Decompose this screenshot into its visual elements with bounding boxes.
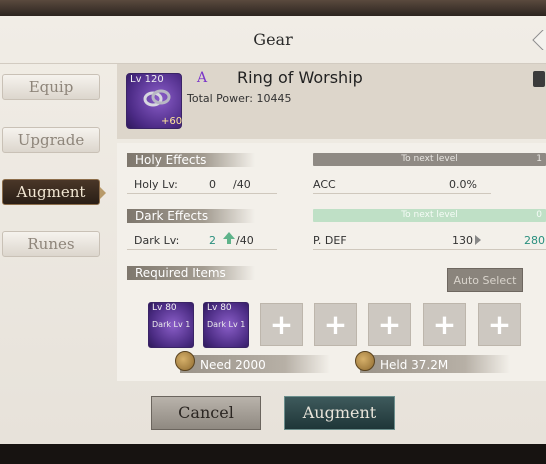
dark-level-value: 2 bbox=[209, 234, 216, 247]
empty-slot-5[interactable]: + bbox=[478, 303, 521, 346]
tab-active-arrow-icon bbox=[100, 187, 106, 199]
material-slot-1[interactable]: Lv 80 Dark Lv 1 bbox=[148, 302, 194, 348]
dark-level-max: /40 bbox=[236, 234, 254, 247]
diamond-icon[interactable] bbox=[532, 30, 546, 50]
empty-slot-3[interactable]: + bbox=[368, 303, 411, 346]
ring-icon bbox=[143, 89, 171, 107]
material-dark-level: Dark Lv 1 bbox=[152, 320, 191, 329]
tab-upgrade[interactable]: Upgrade bbox=[2, 127, 100, 153]
total-power: Total Power: 10445 bbox=[187, 92, 292, 105]
item-plus: +60 bbox=[161, 116, 183, 127]
next-value-arrow-icon bbox=[475, 235, 481, 245]
need-cost: Need 2000 bbox=[200, 358, 266, 372]
dark-divider bbox=[127, 249, 277, 250]
holy-stat-name: ACC bbox=[313, 178, 336, 191]
dark-stat-divider bbox=[313, 249, 546, 250]
tab-augment[interactable]: Augment bbox=[2, 179, 106, 205]
dark-level-label: Dark Lv: bbox=[134, 234, 180, 247]
level-up-arrow-icon bbox=[223, 232, 235, 244]
item-grade: A bbox=[197, 70, 208, 86]
background-top bbox=[0, 0, 546, 16]
holy-bar-text: To next level bbox=[401, 154, 458, 164]
dark-bar-text: To next level bbox=[401, 210, 458, 220]
add-icon: + bbox=[269, 308, 294, 341]
item-level: Lv 120 bbox=[130, 74, 164, 85]
tab-augment-label: Augment bbox=[16, 183, 86, 201]
dark-bar-value: 0 bbox=[536, 210, 542, 220]
background-bottom bbox=[0, 444, 546, 464]
add-icon: + bbox=[487, 308, 512, 341]
empty-slot-4[interactable]: + bbox=[423, 303, 466, 346]
add-icon: + bbox=[323, 308, 348, 341]
coin-icon bbox=[355, 351, 375, 371]
material-level: Lv 80 bbox=[207, 303, 232, 313]
dark-effects-label: Dark Effects bbox=[127, 209, 255, 223]
empty-slot-1[interactable]: + bbox=[260, 303, 303, 346]
cancel-button[interactable]: Cancel bbox=[151, 396, 261, 430]
held-amount: Held 37.2M bbox=[380, 358, 449, 372]
add-icon: + bbox=[377, 308, 402, 341]
holy-progress-bar: To next level 1 bbox=[313, 153, 546, 166]
window-title: Gear bbox=[253, 30, 293, 49]
holy-level-value: 0 bbox=[209, 178, 216, 191]
dark-stat-next: 280 bbox=[524, 234, 545, 247]
empty-slot-2[interactable]: + bbox=[314, 303, 357, 346]
required-items-label: Required Items bbox=[127, 266, 255, 280]
holy-effects-label: Holy Effects bbox=[127, 153, 255, 167]
material-dark-level: Dark Lv 1 bbox=[207, 320, 246, 329]
material-level: Lv 80 bbox=[152, 303, 177, 313]
lock-icon[interactable] bbox=[533, 71, 545, 87]
holy-divider bbox=[127, 193, 277, 194]
holy-level-label: Holy Lv: bbox=[134, 178, 178, 191]
auto-select-button[interactable]: Auto Select bbox=[447, 268, 523, 292]
coin-icon bbox=[175, 351, 195, 371]
dark-stat-current: 130 bbox=[452, 234, 473, 247]
augment-button[interactable]: Augment bbox=[284, 396, 395, 430]
tab-equip[interactable]: Equip bbox=[2, 74, 100, 100]
material-slot-2[interactable]: Lv 80 Dark Lv 1 bbox=[203, 302, 249, 348]
holy-stat-value: 0.0% bbox=[449, 178, 477, 191]
holy-level-max: /40 bbox=[233, 178, 251, 191]
dark-stat-name: P. DEF bbox=[313, 234, 347, 247]
holy-stat-divider bbox=[313, 193, 491, 194]
tab-runes[interactable]: Runes bbox=[2, 231, 100, 257]
dark-progress-bar: To next level 0 bbox=[313, 209, 546, 222]
add-icon: + bbox=[432, 308, 457, 341]
holy-bar-value: 1 bbox=[536, 154, 542, 164]
item-name: Ring of Worship bbox=[237, 68, 363, 87]
